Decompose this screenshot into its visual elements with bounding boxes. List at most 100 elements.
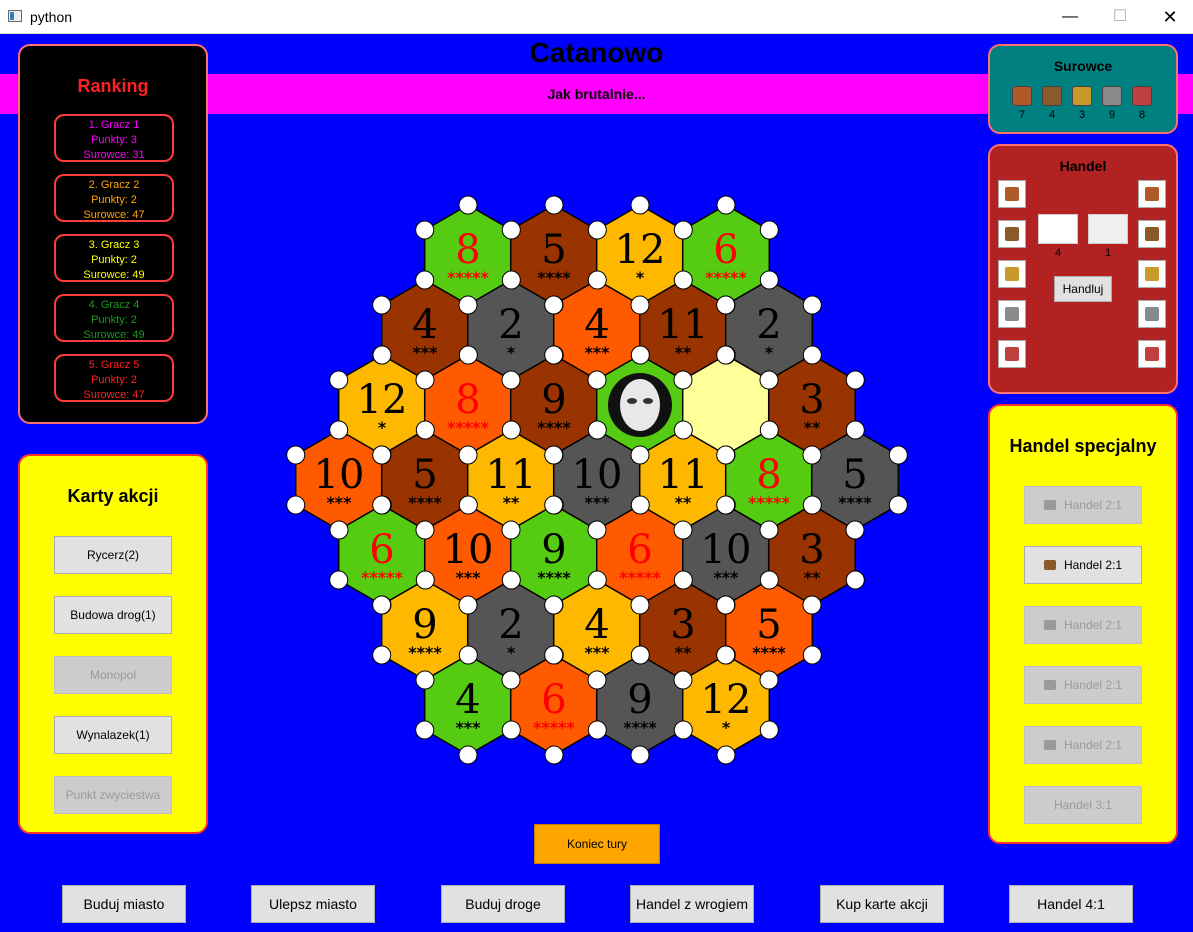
settlement-spot[interactable] [501,720,521,740]
settlement-spot[interactable] [544,195,564,215]
trade-get-ore-slot[interactable] [1138,300,1166,328]
settlement-spot[interactable] [329,370,349,390]
trade-give-wood-slot[interactable] [998,220,1026,248]
settlement-spot[interactable] [501,370,521,390]
settlement-spot[interactable] [759,570,779,590]
settlement-spot[interactable] [587,570,607,590]
settlement-spot[interactable] [845,520,865,540]
settlement-spot[interactable] [372,595,392,615]
settlement-spot[interactable] [587,520,607,540]
settlement-spot[interactable] [802,295,822,315]
special-trade-button[interactable]: Handel 2:1 [1024,486,1142,524]
settlement-spot[interactable] [458,195,478,215]
settlement-spot[interactable] [716,195,736,215]
trade-get-sheep-slot[interactable] [1138,180,1166,208]
settlement-spot[interactable] [587,420,607,440]
settlement-spot[interactable] [372,645,392,665]
build-settlement-button[interactable]: Buduj miasto [62,885,186,923]
settlement-spot[interactable] [802,595,822,615]
special-trade-button[interactable]: Handel 2:1 [1024,726,1142,764]
settlement-spot[interactable] [415,570,435,590]
settlement-spot[interactable] [716,645,736,665]
settlement-spot[interactable] [673,720,693,740]
settlement-spot[interactable] [458,495,478,515]
settlement-spot[interactable] [286,495,306,515]
settlement-spot[interactable] [630,595,650,615]
road-building-card-button[interactable]: Budowa drog(1) [54,596,172,634]
settlement-spot[interactable] [888,495,908,515]
special-trade-button[interactable]: Handel 2:1 [1024,546,1142,584]
settlement-spot[interactable] [458,645,478,665]
settlement-spot[interactable] [802,445,822,465]
settlement-spot[interactable] [673,270,693,290]
settlement-spot[interactable] [716,445,736,465]
settlement-spot[interactable] [544,495,564,515]
settlement-spot[interactable] [415,370,435,390]
settlement-spot[interactable] [759,420,779,440]
special-trade-button[interactable]: Handel 3:1 [1024,786,1142,824]
settlement-spot[interactable] [673,370,693,390]
settlement-spot[interactable] [587,220,607,240]
settlement-spot[interactable] [501,570,521,590]
trade-give-ore-slot[interactable] [998,300,1026,328]
settlement-spot[interactable] [544,345,564,365]
settlement-spot[interactable] [759,220,779,240]
settlement-spot[interactable] [458,445,478,465]
settlement-spot[interactable] [630,495,650,515]
settlement-spot[interactable] [286,445,306,465]
settlement-spot[interactable] [415,220,435,240]
invention-card-button[interactable]: Wynalazek(1) [54,716,172,754]
settlement-spot[interactable] [458,745,478,765]
settlement-spot[interactable] [759,670,779,690]
settlement-spot[interactable] [716,295,736,315]
settlement-spot[interactable] [630,345,650,365]
trade-get-wood-slot[interactable] [1138,220,1166,248]
settlement-spot[interactable] [501,270,521,290]
settlement-spot[interactable] [630,645,650,665]
settlement-spot[interactable] [501,420,521,440]
trade-with-enemy-button[interactable]: Handel z wrogiem [630,885,754,923]
settlement-spot[interactable] [458,345,478,365]
settlement-spot[interactable] [587,720,607,740]
settlement-spot[interactable] [888,445,908,465]
settlement-spot[interactable] [845,570,865,590]
settlement-spot[interactable] [630,445,650,465]
trade-give-input[interactable] [1038,214,1078,244]
settlement-spot[interactable] [716,745,736,765]
settlement-spot[interactable] [716,345,736,365]
settlement-spot[interactable] [716,495,736,515]
settlement-spot[interactable] [415,270,435,290]
trade-get-input[interactable] [1088,214,1128,244]
upgrade-city-button[interactable]: Ulepsz miasto [251,885,375,923]
settlement-spot[interactable] [329,570,349,590]
settlement-spot[interactable] [501,520,521,540]
settlement-spot[interactable] [759,720,779,740]
settlement-spot[interactable] [673,420,693,440]
trade-give-brick-slot[interactable] [998,340,1026,368]
settlement-spot[interactable] [802,645,822,665]
settlement-spot[interactable] [759,270,779,290]
settlement-spot[interactable] [845,420,865,440]
settlement-spot[interactable] [630,295,650,315]
settlement-spot[interactable] [802,495,822,515]
settlement-spot[interactable] [501,220,521,240]
settlement-spot[interactable] [458,595,478,615]
settlement-spot[interactable] [544,645,564,665]
settlement-spot[interactable] [372,295,392,315]
settlement-spot[interactable] [673,670,693,690]
buy-action-card-button[interactable]: Kup karte akcji [820,885,944,923]
settlement-spot[interactable] [415,420,435,440]
build-road-button[interactable]: Buduj droge [441,885,565,923]
settlement-spot[interactable] [845,370,865,390]
trade-4-1-button[interactable]: Handel 4:1 [1009,885,1133,923]
settlement-spot[interactable] [716,595,736,615]
settlement-spot[interactable] [458,295,478,315]
settlement-spot[interactable] [630,745,650,765]
settlement-spot[interactable] [673,520,693,540]
settlement-spot[interactable] [759,520,779,540]
settlement-spot[interactable] [544,295,564,315]
settlement-spot[interactable] [501,670,521,690]
settlement-spot[interactable] [759,370,779,390]
settlement-spot[interactable] [673,220,693,240]
end-turn-button[interactable]: Koniec tury [534,824,660,864]
